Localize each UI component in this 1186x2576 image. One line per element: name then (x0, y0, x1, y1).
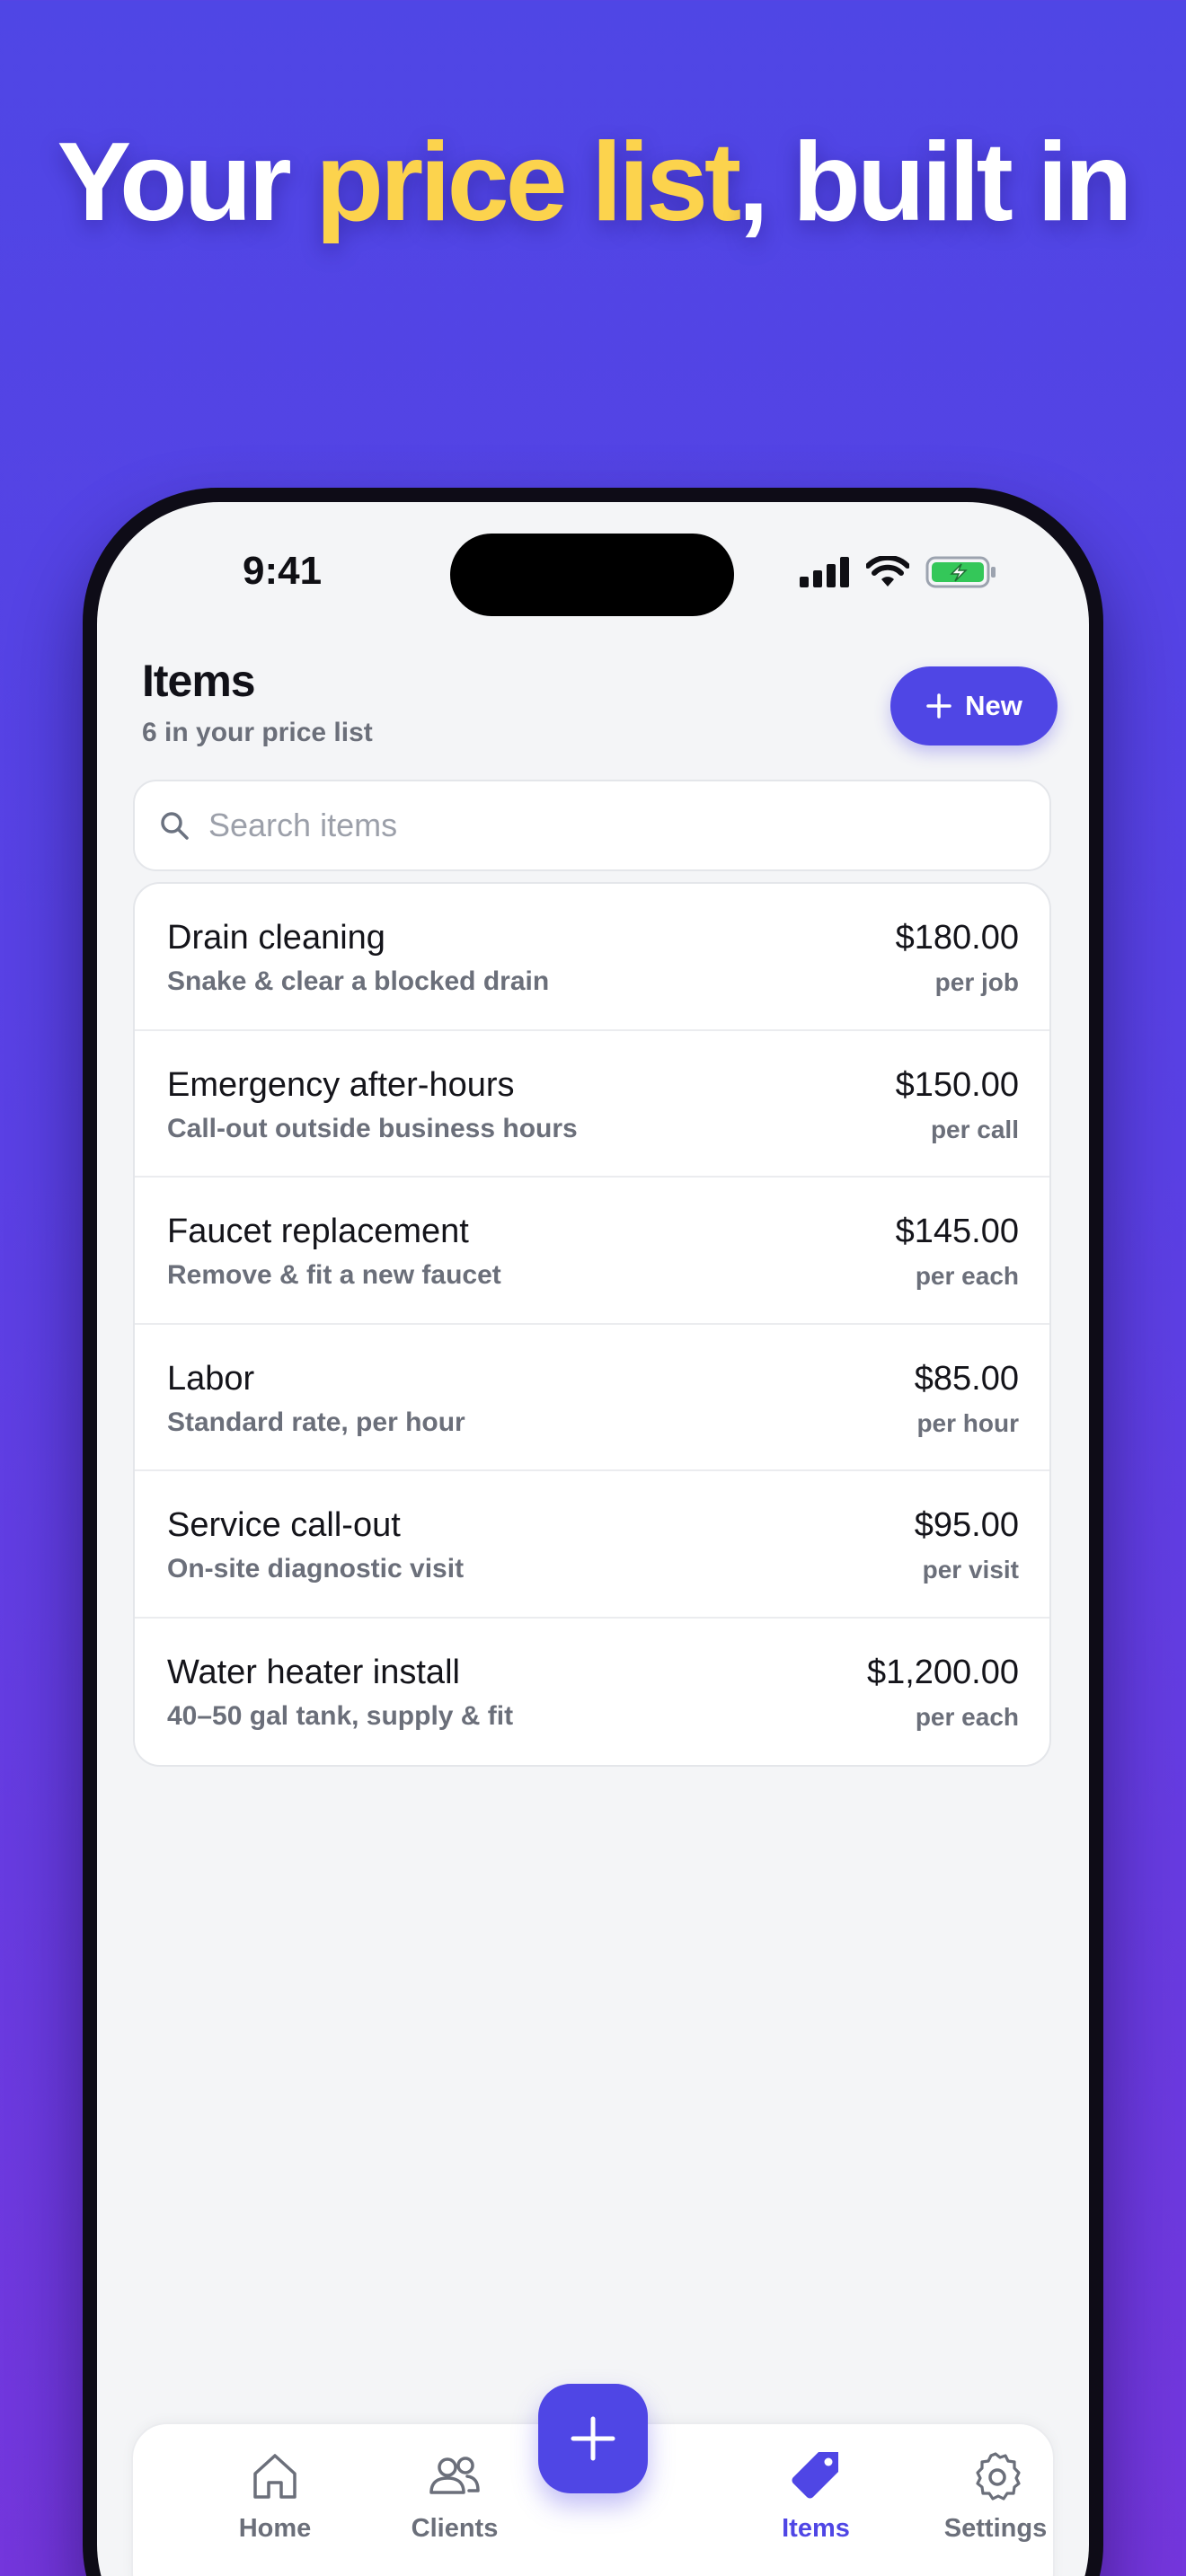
item-name: Service call-out (167, 1506, 401, 1544)
dynamic-island (450, 534, 734, 616)
price-list: Drain cleaning Snake & clear a blocked dr… (133, 882, 1051, 1767)
item-price: $150.00 (895, 1065, 1019, 1104)
status-time: 9:41 (243, 549, 323, 593)
item-description: Call-out outside business hours (167, 1113, 578, 1143)
search-placeholder: Search items (208, 807, 398, 843)
tab-home-label: Home (238, 2514, 312, 2543)
item-price: $145.00 (895, 1213, 1019, 1250)
plus-icon (926, 693, 951, 719)
page-title: Items (142, 656, 256, 706)
gear-icon (976, 2452, 1021, 2501)
list-item[interactable]: Emergency after-hours Call-out outside bu… (135, 1031, 1049, 1178)
tab-settings[interactable]: Settings (906, 2448, 1085, 2544)
list-item[interactable]: Water heater install 40–50 gal tank, supp… (135, 1619, 1049, 1766)
list-item[interactable]: Labor Standard rate, per hour $85.00 per h… (135, 1325, 1049, 1471)
item-count: 6 in your price list (142, 718, 373, 747)
phone-frame: 9:41 Items 6 in your price list New Sear… (83, 488, 1103, 2576)
list-item[interactable]: Service call-out On-site diagnostic visit… (135, 1471, 1049, 1619)
item-unit: per each (915, 1262, 1019, 1290)
tag-icon (792, 2452, 838, 2499)
new-item-label: New (965, 690, 1022, 721)
search-icon (161, 812, 189, 840)
tab-clients[interactable]: Clients (365, 2448, 544, 2544)
status-icons (800, 556, 997, 588)
item-unit: per visit (922, 1556, 1019, 1584)
item-name: Water heater install (167, 1653, 460, 1691)
home-icon (253, 2454, 296, 2499)
tab-items-label: Items (782, 2514, 850, 2543)
item-unit: per each (915, 1702, 1019, 1731)
item-name: Drain cleaning (167, 919, 385, 957)
new-item-button[interactable]: New (890, 666, 1058, 745)
item-name: Emergency after-hours (167, 1065, 515, 1104)
item-unit: per call (930, 1115, 1019, 1143)
hero-headline: Your price list, built in (0, 121, 1186, 243)
item-description: Snake & clear a blocked drain (167, 966, 550, 996)
item-price: $95.00 (914, 1506, 1019, 1544)
signal-icon (800, 557, 849, 587)
wifi-icon (866, 556, 909, 587)
item-description: Remove & fit a new faucet (167, 1260, 501, 1290)
search-input[interactable]: Search items (133, 780, 1051, 871)
item-description: 40–50 gal tank, supply & fit (167, 1700, 514, 1731)
list-item[interactable]: Faucet replacement Remove & fit a new fau… (135, 1178, 1049, 1325)
tab-clients-label: Clients (411, 2514, 499, 2543)
item-description: On-site diagnostic visit (167, 1554, 465, 1584)
item-unit: per hour (916, 1408, 1019, 1437)
tab-items[interactable]: Items (726, 2448, 906, 2544)
item-price: $1,200.00 (866, 1653, 1019, 1691)
item-price: $85.00 (914, 1359, 1019, 1398)
item-name: Labor (167, 1359, 255, 1398)
tab-home[interactable]: Home (185, 2448, 365, 2544)
battery-charging-icon (925, 556, 996, 588)
headline-start: Your (57, 120, 316, 244)
item-description: Standard rate, per hour (167, 1407, 465, 1437)
tab-settings-label: Settings (943, 2514, 1048, 2543)
item-name: Faucet replacement (167, 1213, 469, 1250)
plus-icon (571, 2416, 615, 2461)
phone-screen: 9:41 Items 6 in your price list New Sear… (97, 502, 1089, 2576)
page-header: Items 6 in your price list (142, 655, 373, 748)
item-price: $180.00 (895, 919, 1019, 957)
list-item[interactable]: Drain cleaning Snake & clear a blocked dr… (135, 884, 1049, 1031)
add-button[interactable] (538, 2384, 648, 2493)
headline-end: , built in (738, 120, 1132, 244)
headline-highlight: price list (315, 120, 741, 244)
item-unit: per job (934, 968, 1019, 996)
users-icon (429, 2457, 480, 2494)
